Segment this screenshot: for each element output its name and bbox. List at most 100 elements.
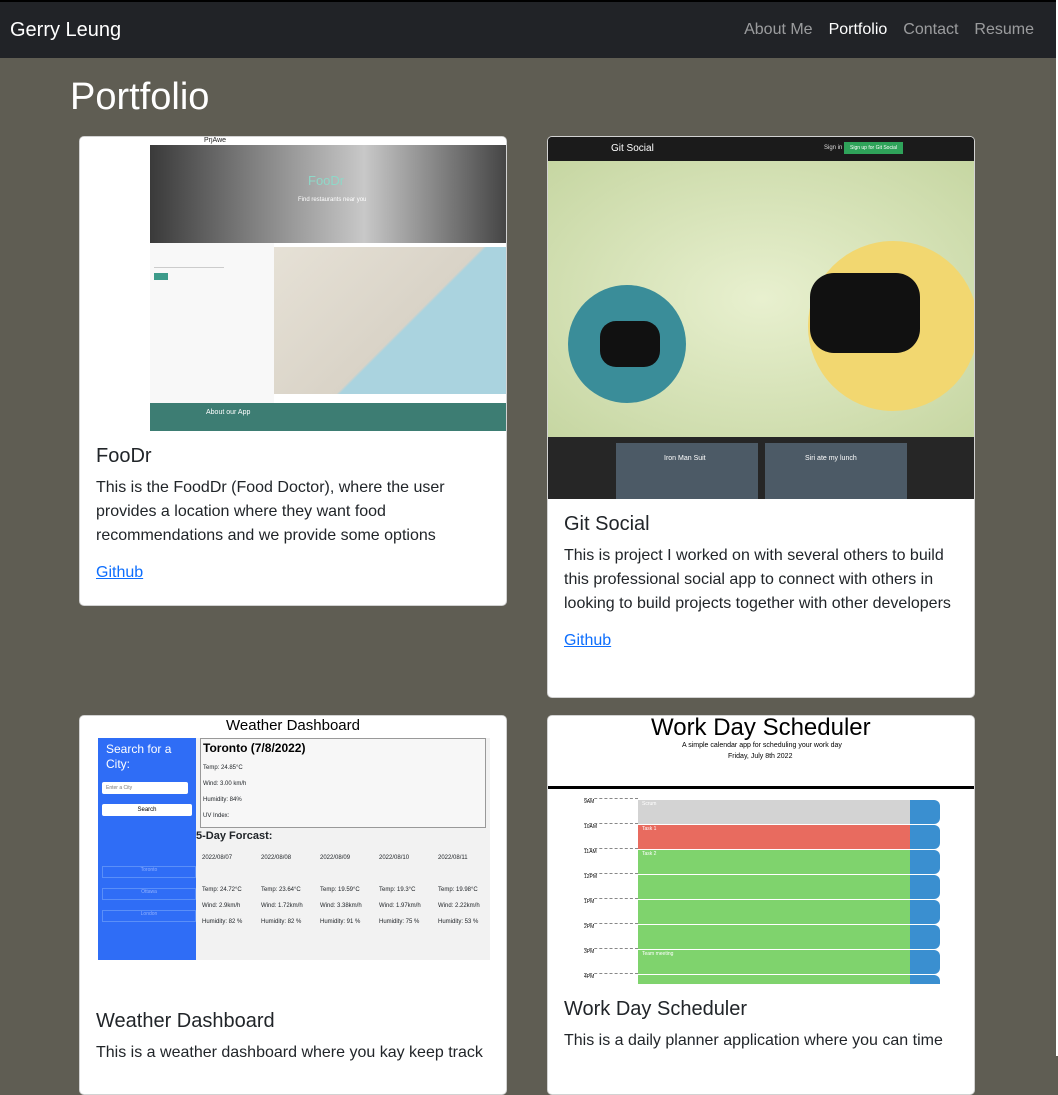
project-card-git-social: Git Social Sign in Sign up for Git Socia…	[547, 136, 975, 698]
screenshot-forecast-hum: Humidity: 75 %	[379, 919, 420, 925]
screenshot-timeblock	[638, 975, 910, 984]
screenshot-forecast-wind: Wind: 1.72km/h	[261, 903, 303, 909]
project-screenshot-git-social[interactable]: Git Social Sign in Sign up for Git Socia…	[548, 137, 974, 499]
screenshot-forecast-day: 2022/08/09 Temp: 19.59°C Wind: 3.38km/h Hum…	[320, 854, 374, 934]
screenshot-forecast-date: 2022/08/09	[320, 855, 351, 861]
screenshot-post-card: Iron Man Suit	[616, 443, 758, 499]
project-card-foodr: PrjAwe FooDr Find restaurants near you A…	[79, 136, 507, 606]
screenshot-forecast-date: 2022/08/11	[438, 855, 468, 861]
screenshot-save-button	[910, 800, 940, 824]
screenshot-search-button: Search	[102, 804, 192, 816]
screenshot-history-item: Toronto	[102, 866, 196, 878]
screenshot-forecast-temp: Temp: 19.3°C	[379, 887, 416, 893]
screenshot-post-card: Siri ate my lunch	[765, 443, 907, 499]
screenshot-hero-image	[548, 161, 974, 437]
screenshot-save-button	[910, 925, 940, 949]
page-title: Portfolio	[70, 76, 210, 118]
screenshot-app-name: PrjAwe	[204, 137, 227, 144]
screenshot-forecast-temp: Temp: 24.72°C	[202, 887, 242, 893]
card-body: FooDr This is the FoodDr (Food Doctor), …	[80, 431, 506, 596]
screenshot-map	[274, 247, 506, 394]
screenshot-posts	[548, 437, 974, 499]
screenshot-post-title: Siri ate my lunch	[805, 455, 857, 462]
screenshot-timeblock-note: Team meeting	[642, 951, 674, 957]
screenshot-search-label: Search for a City:	[106, 742, 172, 771]
screenshot-timeblock	[638, 925, 910, 949]
project-screenshot-foodr[interactable]: PrjAwe FooDr Find restaurants near you A…	[80, 137, 506, 431]
screenshot-search-panel: Search for a City: Enter a City Search T…	[98, 738, 196, 960]
screenshot-forecast-hum: Humidity: 82 %	[261, 919, 302, 925]
card-description: This is project I worked on with several…	[564, 547, 951, 612]
screenshot-forecast-day: 2022/08/10 Temp: 19.3°C Wind: 1.97km/h Humi…	[379, 854, 433, 934]
github-link[interactable]: Github	[564, 632, 611, 649]
screenshot-current-uv: UV Index:	[203, 813, 230, 819]
navbar: Gerry Leung About Me Portfolio Contact R…	[0, 0, 1056, 58]
screenshot-forecast-date: 2022/08/07	[202, 855, 233, 861]
card-description: This is the FoodDr (Food Doctor), where …	[96, 479, 445, 544]
project-card-work-day-scheduler: Work Day Scheduler A simple calendar app…	[547, 715, 975, 1095]
card-title: Git Social	[564, 513, 650, 535]
screenshot-forecast-hum: Humidity: 82 %	[202, 919, 243, 925]
screenshot-forecast-hum: Humidity: 91 %	[320, 919, 361, 925]
screenshot-timeblock-note: Task 1	[642, 826, 657, 832]
screenshot-save-button	[910, 950, 940, 974]
github-link[interactable]: Github	[96, 564, 143, 581]
screenshot-current-city: Toronto (7/8/2022)	[203, 741, 306, 755]
nav-resume[interactable]: Resume	[974, 21, 1034, 39]
project-screenshot-work-day-scheduler[interactable]: Work Day Scheduler A simple calendar app…	[548, 716, 974, 984]
card-description: This is a daily planner application wher…	[564, 1032, 943, 1049]
screenshot-sidebar	[80, 137, 150, 430]
screenshot-forecast-day: 2022/08/08 Temp: 23.64°C Wind: 1.72km/h Hum…	[261, 854, 315, 934]
screenshot-forecast-wind: Wind: 3.38km/h	[320, 903, 362, 909]
screenshot-current-temp: Temp: 24.85°C	[203, 765, 243, 771]
nav-links: About Me Portfolio Contact Resume	[744, 21, 1034, 39]
card-body: Weather Dashboard This is a weather dash…	[80, 996, 506, 1094]
screenshot-forecast-row: 2022/08/07 Temp: 24.72°C Wind: 2.9km/h Humi…	[202, 854, 488, 954]
screenshot-forecast-day: 2022/08/11 Temp: 19.98°C Wind: 2.22km/h Hum…	[438, 854, 492, 934]
screenshot-hour-label: 2PM	[584, 923, 638, 930]
screenshot-hero-text: FooDr	[308, 173, 345, 188]
screenshot-footer: About our App	[150, 403, 506, 431]
card-title: Weather Dashboard	[96, 1010, 275, 1032]
brand-link[interactable]: Gerry Leung	[10, 19, 121, 42]
screenshot-footer-text: About our App	[206, 409, 251, 416]
screenshot-app-name: Git Social	[611, 143, 654, 154]
screenshot-forecast-temp: Temp: 19.98°C	[438, 887, 478, 893]
screenshot-hour-label: 9AM	[584, 798, 638, 805]
screenshot-forecast-temp: Temp: 19.59°C	[320, 887, 360, 893]
screenshot-save-button	[910, 875, 940, 899]
screenshot-forecast-temp: Temp: 23.64°C	[261, 887, 301, 893]
screenshot-save-button	[910, 900, 940, 924]
screenshot-header: Weather Dashboard	[226, 717, 360, 734]
screenshot-forecast-date: 2022/08/10	[379, 855, 410, 861]
screenshot-history-item: London	[102, 910, 196, 922]
project-card-weather-dashboard: Weather Dashboard Search for a City: Ent…	[79, 715, 507, 1095]
screenshot-timeblock: Task 2	[638, 850, 910, 874]
screenshot-hour-label: 4PM	[584, 973, 638, 980]
nav-portfolio[interactable]: Portfolio	[829, 21, 888, 39]
screenshot-post-title: Iron Man Suit	[664, 455, 706, 462]
screenshot-forecast-wind: Wind: 2.22km/h	[438, 903, 480, 909]
screenshot-save-button	[910, 850, 940, 874]
screenshot-timeblock	[638, 900, 910, 924]
screenshot-timeblock: Scrum	[638, 800, 910, 824]
screenshot-hero-sub: Find restaurants near you	[298, 197, 367, 203]
card-title: FooDr	[96, 445, 152, 467]
nav-contact[interactable]: Contact	[903, 21, 958, 39]
screenshot-forecast-date: 2022/08/08	[261, 855, 292, 861]
screenshot-topbar: Git Social Sign in Sign up for Git Socia…	[548, 137, 974, 161]
screenshot-forecast-title: 5-Day Forcast:	[196, 830, 273, 842]
screenshot-timeblock: Team meeting	[638, 950, 910, 974]
screenshot-header: Work Day Scheduler	[651, 716, 871, 741]
screenshot-signin: Sign in	[824, 145, 843, 151]
screenshot-timeblock-note: Task 2	[642, 851, 657, 857]
card-title: Work Day Scheduler	[564, 998, 748, 1020]
screenshot-hour-label: 11AM	[584, 848, 638, 855]
project-screenshot-weather-dashboard[interactable]: Weather Dashboard Search for a City: Ent…	[80, 716, 506, 996]
card-body: Work Day Scheduler This is a daily plann…	[548, 984, 974, 1083]
screenshot-save-button	[910, 975, 940, 984]
nav-about-me[interactable]: About Me	[744, 21, 812, 39]
screenshot-forecast-wind: Wind: 2.9km/h	[202, 903, 241, 909]
screenshot-timeblock-note: Scrum	[642, 801, 657, 807]
screenshot-search-input: Enter a City	[102, 782, 188, 794]
